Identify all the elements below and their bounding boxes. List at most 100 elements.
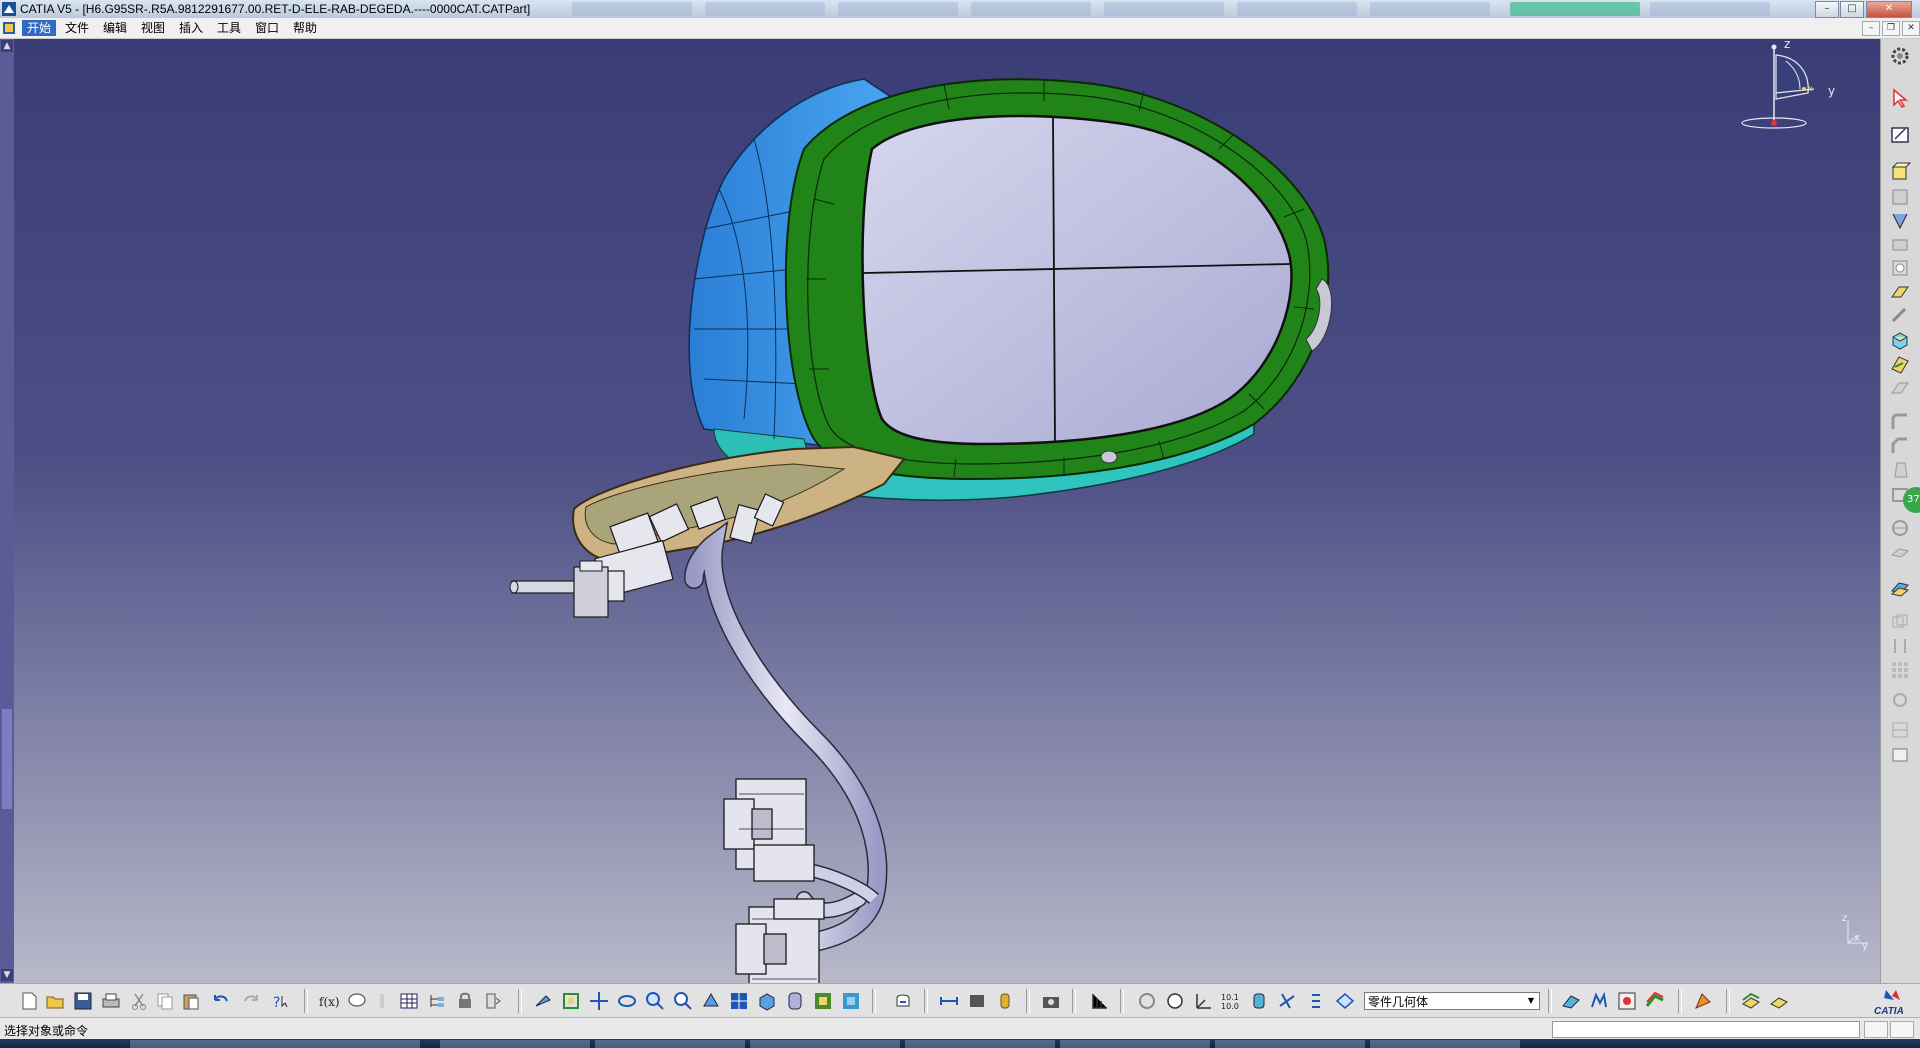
layer-filter-icon[interactable] [1768,990,1790,1012]
workbench-icon[interactable] [1692,990,1714,1012]
whats-this-icon[interactable]: ? [270,990,292,1012]
analysis-icon[interactable] [1088,990,1110,1012]
draft-icon[interactable] [1889,459,1911,481]
groove-icon[interactable] [1889,234,1911,256]
taskbar-item[interactable] [1370,1040,1520,1048]
taskbar-item[interactable] [750,1040,900,1048]
cylinder-icon[interactable] [1248,990,1270,1012]
close-button[interactable]: ✕ [1866,1,1912,18]
mirror-housing[interactable] [784,78,1333,481]
list-icon[interactable] [1304,990,1326,1012]
sweep-icon[interactable] [1588,990,1610,1012]
rotate-icon[interactable] [616,990,638,1012]
fit-all-icon[interactable] [560,990,582,1012]
electrical-connectors[interactable] [723,778,825,983]
doc-restore-button[interactable]: ❐ [1882,21,1900,36]
doc-close-button[interactable]: ✕ [1902,21,1920,36]
chevron-down-icon[interactable]: ▼ [1523,993,1539,1009]
taskbar-item[interactable] [595,1040,745,1048]
hand-tool-icon[interactable] [1164,990,1186,1012]
menu-start[interactable]: 开始 [22,20,57,36]
sketch-icon[interactable] [1889,123,1911,145]
maximize-button[interactable]: □ [1840,1,1864,18]
shaft-icon[interactable] [1889,210,1911,232]
body-icon[interactable] [1334,990,1356,1012]
axis-icon[interactable] [1192,990,1214,1012]
fillet-icon[interactable] [1889,411,1911,433]
cut-icon[interactable] [128,990,150,1012]
formula-icon[interactable]: f(x) [318,990,340,1012]
mirror-arm[interactable] [509,445,906,618]
taskbar-item[interactable] [130,1040,420,1048]
loft-icon[interactable] [1889,353,1911,375]
scroll-down-arrow-icon[interactable]: ▼ [1,969,13,981]
catia-app-icon[interactable] [2,2,16,16]
measure-item-icon[interactable] [966,990,988,1012]
menu-tools[interactable]: 工具 [212,20,246,36]
open-folder-icon[interactable] [44,990,66,1012]
taskbar-item[interactable] [1215,1040,1365,1048]
notification-badge[interactable]: 37 [1903,487,1920,513]
slot-icon[interactable] [1889,305,1911,327]
update-icon[interactable] [892,990,914,1012]
knowledge-icon[interactable] [372,990,394,1012]
save-icon[interactable] [72,990,94,1012]
normal-view-icon[interactable] [700,990,722,1012]
paste-icon[interactable] [180,990,202,1012]
pan-icon[interactable] [588,990,610,1012]
3d-viewport[interactable]: z y x z x y [14,39,1880,983]
menu-window[interactable]: 窗口 [250,20,284,36]
mirror-op-icon[interactable] [1889,635,1911,657]
capture-icon[interactable] [1040,990,1062,1012]
mirror-model[interactable] [14,39,1880,983]
multi-view-icon[interactable] [728,990,750,1012]
thick-surface-icon[interactable] [1889,541,1911,563]
tree-icon[interactable] [426,990,448,1012]
menu-help[interactable]: 帮助 [288,20,322,36]
body-select-dropdown[interactable]: 零件几何体 ▼ [1364,992,1540,1010]
cycle-icon[interactable] [1136,990,1158,1012]
minimize-button[interactable]: – [1815,1,1839,18]
undo-icon[interactable] [210,990,232,1012]
translate-icon[interactable] [1889,611,1911,633]
measure-between-icon[interactable] [938,990,960,1012]
zoom-out-icon[interactable] [672,990,694,1012]
hide-show-icon[interactable] [812,990,834,1012]
iso-view-icon[interactable] [756,990,778,1012]
measure-inertia-icon[interactable] [994,990,1016,1012]
print-icon[interactable] [100,990,122,1012]
scrollbar-thumb[interactable] [2,709,12,809]
publication-icon[interactable] [482,990,504,1012]
document-icon[interactable] [2,20,18,36]
menu-insert[interactable]: 插入 [174,20,208,36]
hole-icon[interactable] [1889,257,1911,279]
scroll-up-arrow-icon[interactable]: ▲ [1,40,13,52]
pocket-icon[interactable] [1889,186,1911,208]
doc-minimize-button[interactable]: – [1862,21,1880,36]
multi-section-icon[interactable] [1560,990,1582,1012]
taskbar-item[interactable] [440,1040,590,1048]
status-button[interactable] [1864,1021,1888,1038]
chamfer-icon[interactable] [1889,435,1911,457]
layer-icon[interactable] [1740,990,1762,1012]
zoom-in-icon[interactable] [644,990,666,1012]
intersection-icon[interactable] [1276,990,1298,1012]
rib-icon[interactable] [1889,281,1911,303]
menu-file[interactable]: 文件 [60,20,94,36]
boolean-add-icon[interactable] [1889,577,1911,599]
pad-icon[interactable] [1889,161,1911,183]
swap-space-icon[interactable] [840,990,862,1012]
status-button[interactable] [1890,1021,1914,1038]
table-icon[interactable] [398,990,420,1012]
taskbar-item[interactable] [1060,1040,1210,1048]
gear-icon[interactable] [1889,45,1911,67]
command-input[interactable] [1552,1021,1860,1038]
pattern-icon[interactable] [1889,659,1911,681]
split-icon[interactable] [1889,517,1911,539]
menu-edit[interactable]: 编辑 [98,20,132,36]
reference-element-icon[interactable] [1889,743,1911,765]
fill-icon[interactable] [1616,990,1638,1012]
redo-icon[interactable] [240,990,262,1012]
comment-icon[interactable] [346,990,368,1012]
scale-icon[interactable] [1889,689,1911,711]
